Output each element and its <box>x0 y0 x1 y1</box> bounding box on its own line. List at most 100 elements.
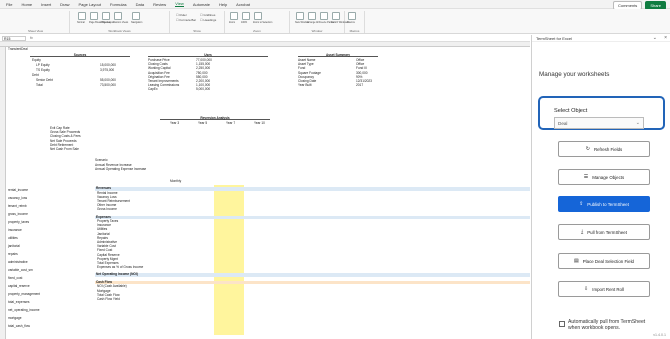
auto-pull-label: Automatically pull from TermSheet when w… <box>568 319 646 332</box>
row-headers <box>0 47 6 339</box>
upload-icon: ⇪ <box>579 201 584 207</box>
manage-heading: Manage your worksheets <box>539 71 610 78</box>
menu-tab-review[interactable]: Review <box>153 2 166 7</box>
section-row-label: Gross Income <box>97 207 117 212</box>
sources-row-value: 73,500,000 <box>100 83 116 87</box>
menu-tab-data[interactable]: Data <box>136 2 144 7</box>
reversion-year-header: Year 7 <box>226 121 236 125</box>
menu-tab-formulas[interactable]: Formulas <box>110 2 127 7</box>
formula-bar: R15 fx <box>0 35 530 42</box>
top-label: TransientDeal <box>8 47 28 51</box>
show-option-formula-bar[interactable]: ☐ Formula Bar <box>176 18 196 22</box>
download-icon: ⤓ <box>581 229 584 235</box>
row-key: fixed_cost <box>8 276 23 280</box>
pane-button-label: Publish to TermSheet <box>587 201 629 207</box>
row-key: rental_income <box>8 188 29 192</box>
ribbon-button-label: Zoom to Selection <box>253 21 273 24</box>
ribbon-group-label: Show <box>193 29 201 33</box>
ribbon-button-page-break-preview[interactable] <box>90 12 98 20</box>
ribbon-button-freeze-panes[interactable] <box>320 12 328 20</box>
menu-tab-view[interactable]: View <box>175 1 184 7</box>
pane-button-label: Manage Objects <box>592 174 625 180</box>
column-headers <box>0 42 530 47</box>
row-key: property_taxes <box>8 220 30 224</box>
ribbon-button-label: Custom Views <box>113 21 129 24</box>
menu-tab-automate[interactable]: Automate <box>193 2 210 7</box>
ribbon-group-label: Macros <box>349 29 360 33</box>
ribbon-button-zoom-to-selection[interactable] <box>254 12 262 20</box>
select-object-value: Deal <box>558 121 568 126</box>
asset-summary-title: Asset Summary <box>298 53 378 57</box>
section-band: Cash Flow <box>95 280 530 285</box>
close-icon[interactable]: × <box>664 35 667 41</box>
ribbon-button-100-[interactable] <box>242 12 250 20</box>
ribbon-button-switch-windows[interactable] <box>332 12 340 20</box>
sources-row-value: 3,975,000 <box>100 68 115 72</box>
ribbon-button-arrange-all[interactable] <box>308 12 316 20</box>
select-object-label: Select Object <box>554 108 588 114</box>
section-row-label: Expenses as % of Gross Income <box>97 265 144 270</box>
ribbon-button-navigation[interactable] <box>132 12 140 20</box>
menu-tab-insert[interactable]: Insert <box>41 2 51 7</box>
menu-tab-home[interactable]: Home <box>21 2 32 7</box>
ribbon-button-label: Normal <box>77 21 85 24</box>
ribbon-button-normal[interactable] <box>78 12 86 20</box>
pane-button-manage-objects[interactable]: ☰ Manage Objects <box>558 169 650 185</box>
pane-button-label: Place Deal Selection Field <box>582 258 634 264</box>
spreadsheet-grid[interactable]: TransientDeal Sources Equity LP Equity 15,00… <box>0 42 530 339</box>
row-key: janitorial <box>8 244 20 248</box>
show-option-gridlines[interactable]: ☐ Gridlines <box>200 13 215 17</box>
menu-tab-help[interactable]: Help <box>219 2 227 7</box>
chevron-down-icon: ⌄ <box>635 120 640 126</box>
pane-button-refresh-fields[interactable]: ↻ Refresh Fields <box>558 141 650 157</box>
pane-button-label: Pull from TermSheet <box>587 229 627 235</box>
show-option-ruler[interactable]: ☐ Ruler <box>176 13 187 17</box>
asset-row-label: Year Built <box>298 83 312 88</box>
list-icon: ☰ <box>583 174 589 180</box>
version-label: v1.4.0.1 <box>653 333 666 337</box>
row-key: insurance <box>8 228 22 232</box>
highlight-column <box>214 185 244 335</box>
ribbon-group-label: Zoom <box>253 29 261 33</box>
ribbon-button-label: 100% <box>241 21 248 24</box>
ribbon-group-sheet-view: Sheet View <box>2 11 70 33</box>
row-key: vacancy_loss <box>8 196 28 200</box>
row-key: utilities <box>8 236 18 240</box>
pane-options-icon[interactable]: ⌄ <box>653 35 657 41</box>
menu-tab-acrobat[interactable]: Acrobat <box>236 2 250 7</box>
row-key: mortgage <box>8 316 22 320</box>
uses-row-label: CapEx <box>148 87 158 92</box>
ribbon-button-page-layout[interactable] <box>102 12 110 20</box>
reversion-year-header: Year 3 <box>170 121 180 125</box>
pane-button-pull-from-termsheet[interactable]: ⤓ Pull from TermSheet <box>558 224 650 240</box>
ribbon-button-custom-views[interactable] <box>114 12 122 20</box>
period-label: Monthly <box>170 179 182 183</box>
row-key: property_management <box>8 292 41 296</box>
row-key: variable_cost_sm <box>8 268 33 272</box>
termsheet-task-pane: TermSheet for Excel ⌄ × Manage your work… <box>531 35 670 339</box>
ribbon-button-label: Arrange All <box>307 21 319 24</box>
pane-button-publish-to-termsheet[interactable]: ⇪ Publish to TermSheet <box>558 196 650 212</box>
ribbon-button-macros[interactable] <box>348 12 356 20</box>
auto-pull-checkbox[interactable] <box>559 321 565 327</box>
reversion-year-header: Year 10 <box>254 121 265 125</box>
menu-tab-file[interactable]: File <box>6 2 12 7</box>
show-option-headings[interactable]: ☐ Headings <box>200 18 216 22</box>
assumption-label: Annual Operating Expense Increase <box>95 167 147 171</box>
fx-icon: fx <box>30 36 33 40</box>
menu-tab-draw[interactable]: Draw <box>60 2 69 7</box>
ribbon-button-new-window[interactable] <box>296 12 304 20</box>
select-object-dropdown[interactable]: Deal ⌄ <box>554 117 644 129</box>
row-key: total_expenses <box>8 300 30 304</box>
ribbon-button-label: Macros <box>347 21 355 24</box>
menu-bar: File Home Insert Draw Page Layout Formulas Dat… <box>0 0 670 10</box>
row-key: tenant_reimb <box>8 204 27 208</box>
pane-button-import-rent-roll[interactable]: ⇩ Import Rent Roll <box>558 281 650 297</box>
ribbon-group-label: Workbook Views <box>108 29 131 33</box>
name-box[interactable]: R15 <box>2 36 26 41</box>
ribbon-button-label: Zoom <box>229 21 236 24</box>
ribbon-button-zoom[interactable] <box>230 12 238 20</box>
ribbon-group-label: Sheet View <box>27 29 44 33</box>
pane-button-place-deal-selection-field[interactable]: ▤ Place Deal Selection Field <box>558 253 650 269</box>
menu-tab-page-layout[interactable]: Page Layout <box>78 2 100 7</box>
